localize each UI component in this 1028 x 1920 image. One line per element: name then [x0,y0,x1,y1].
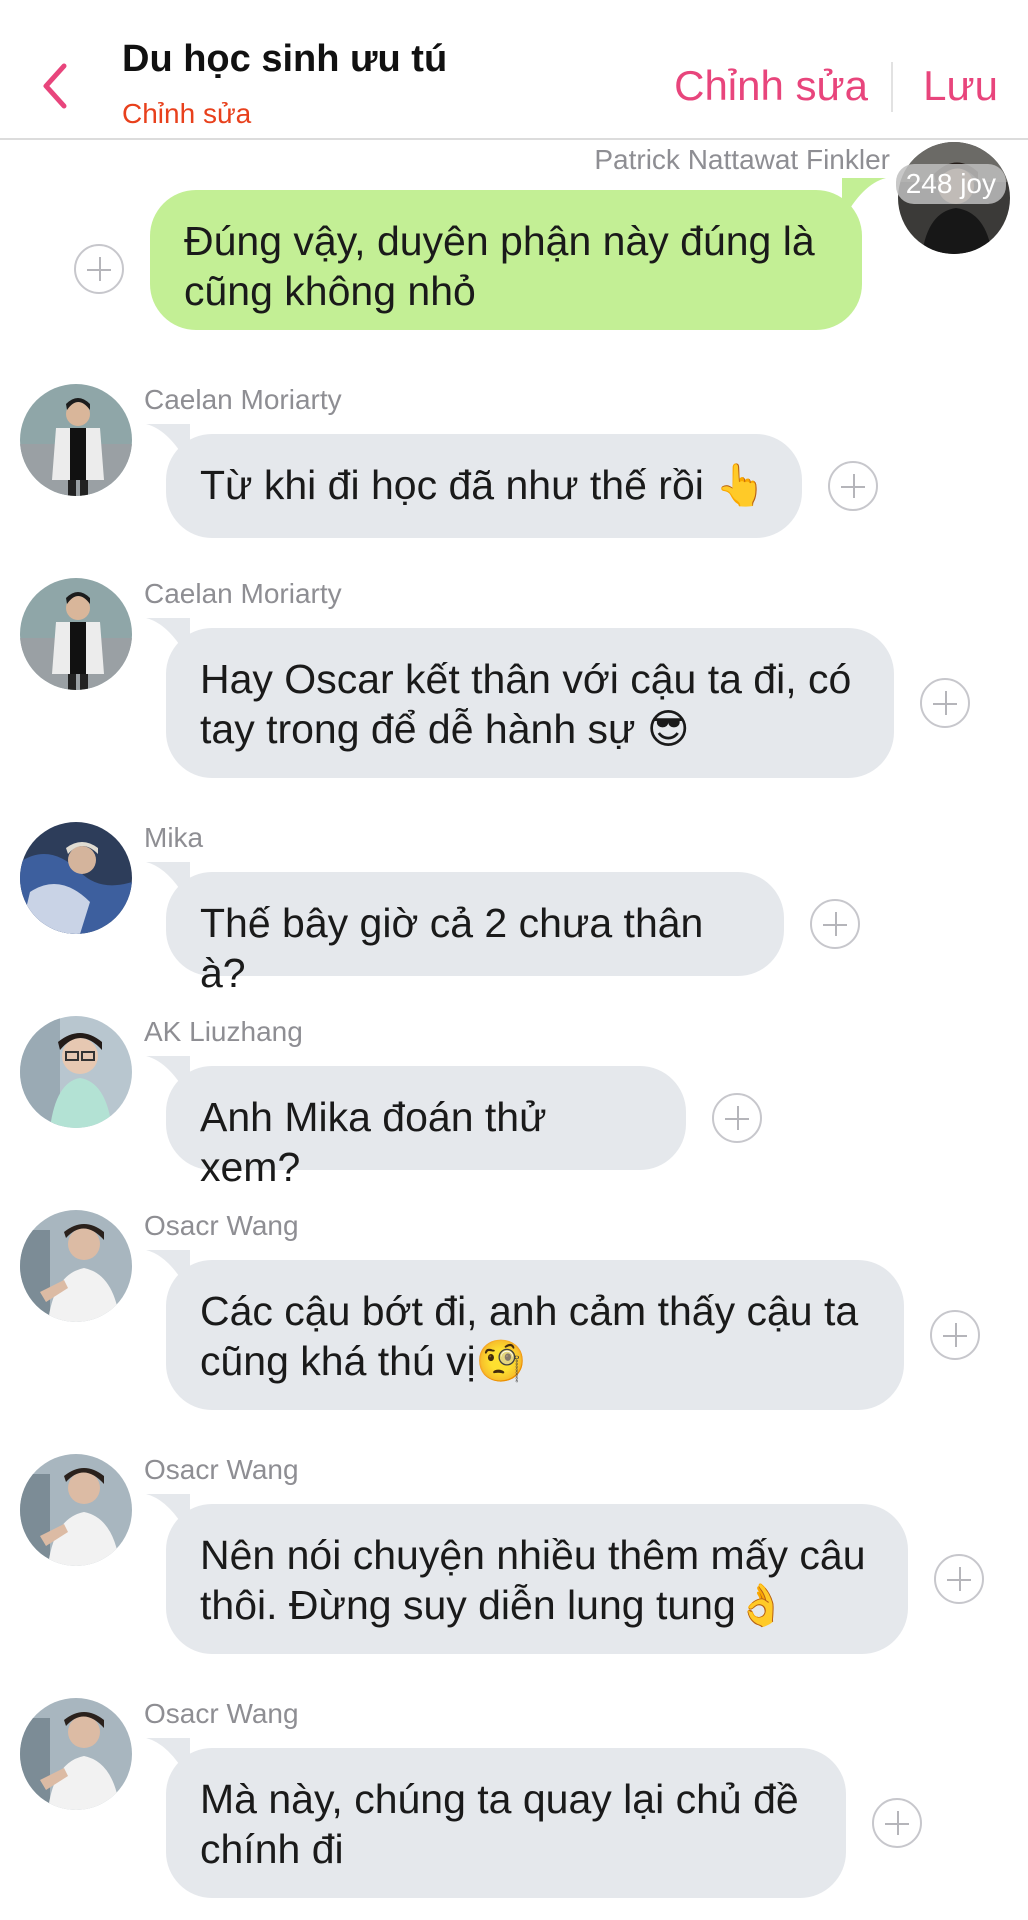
sender-name: Patrick Nattawat Finkler [594,144,890,175]
message-row: Patrick Nattawat Finkler 248 joy Đúng vậ… [0,140,1028,350]
message-line: Anh Mika đoán thử xem? [200,1094,547,1190]
message-row: AK Liuzhang Anh Mika đoán thử xem? [0,1016,1028,1190]
add-reaction-button[interactable] [74,244,124,294]
message-row: Osacr Wang Các cậu bớt đi, anh cảm thấy … [0,1210,1028,1430]
avatar[interactable] [20,384,132,496]
add-reaction-button[interactable] [872,1798,922,1848]
avatar[interactable] [20,1698,132,1810]
message-line: Đúng vậy, duyên phận này đúng là [184,218,815,264]
message-row: Mika Thế bây giờ cả 2 chưa thân à? [0,822,1028,996]
message-line: cũng không nhỏ [184,268,476,314]
sender-name: Caelan Moriarty [144,384,342,415]
message-bubble[interactable]: Nên nói chuyện nhiều thêm mấy câu thôi. … [166,1504,908,1654]
message-line: Nên nói chuyện nhiều thêm mấy câu [200,1532,866,1578]
message-line: chính đi [200,1826,344,1872]
sender-name: AK Liuzhang [144,1016,303,1047]
message-bubble[interactable]: Thế bây giờ cả 2 chưa thân à? [166,872,784,996]
add-reaction-button[interactable] [828,461,878,511]
avatar[interactable] [20,1454,132,1566]
save-button[interactable]: Lưu [923,62,998,110]
message-line: thôi. Đừng suy diễn lung tung👌 [200,1582,787,1628]
avatar[interactable] [20,1210,132,1322]
message-bubble[interactable]: Các cậu bớt đi, anh cảm thấy cậu ta cũng… [166,1260,904,1410]
message-line: Mà này, chúng ta quay lại chủ đề [200,1776,799,1822]
message-bubble[interactable]: Từ khi đi học đã như thế rồi 👆 [166,434,802,538]
sender-name: Mika [144,822,204,853]
message-row: Caelan Moriarty Hay Oscar kết thân với c… [0,578,1028,788]
add-reaction-button[interactable] [810,899,860,949]
message-line: tay trong để dễ hành sự 😎 [200,706,690,752]
avatar[interactable] [20,578,132,690]
edit-button[interactable]: Chỉnh sửa [674,62,868,110]
joy-count-badge: 248 joy [895,164,1006,204]
avatar[interactable] [20,1016,132,1128]
add-reaction-button[interactable] [712,1093,762,1143]
nav-header: Du học sinh ưu tú Chỉnh sửa Chỉnh sửa Lư… [0,0,1028,140]
message-line: Các cậu bớt đi, anh cảm thấy cậu ta [200,1288,859,1334]
message-line: Từ khi đi học đã như thế rồi 👆 [200,462,767,508]
message-bubble[interactable]: Hay Oscar kết thân với cậu ta đi, có tay… [166,628,894,778]
message-row: Osacr Wang Nên nói chuyện nhiều thêm mấy… [0,1454,1028,1674]
message-row: Osacr Wang Mà này, chúng ta quay lại chủ… [0,1698,1028,1920]
message-bubble[interactable]: Mà này, chúng ta quay lại chủ đề chính đ… [166,1748,846,1898]
message-row: Caelan Moriarty Từ khi đi học đã như thế… [0,384,1028,554]
sender-name: Osacr Wang [144,1454,299,1485]
add-reaction-button[interactable] [934,1554,984,1604]
message-line: cũng khá thú vị🧐 [200,1338,527,1384]
message-bubble[interactable]: Anh Mika đoán thử xem? [166,1066,686,1190]
message-bubble[interactable]: Đúng vậy, duyên phận này đúng là cũng kh… [150,190,862,330]
chat-subtitle[interactable]: Chỉnh sửa [122,98,251,130]
message-line: Hay Oscar kết thân với cậu ta đi, có [200,656,852,702]
sender-name: Osacr Wang [144,1698,299,1729]
message-line: Thế bây giờ cả 2 chưa thân à? [200,900,704,996]
avatar[interactable] [20,822,132,934]
sender-name: Caelan Moriarty [144,578,342,609]
add-reaction-button[interactable] [930,1310,980,1360]
header-divider [891,62,893,112]
chat-thread[interactable]: Patrick Nattawat Finkler 248 joy Đúng vậ… [0,140,1028,1920]
sender-name: Osacr Wang [144,1210,299,1241]
back-chevron-icon[interactable] [36,60,76,112]
chat-title: Du học sinh ưu tú [122,38,448,80]
add-reaction-button[interactable] [920,678,970,728]
